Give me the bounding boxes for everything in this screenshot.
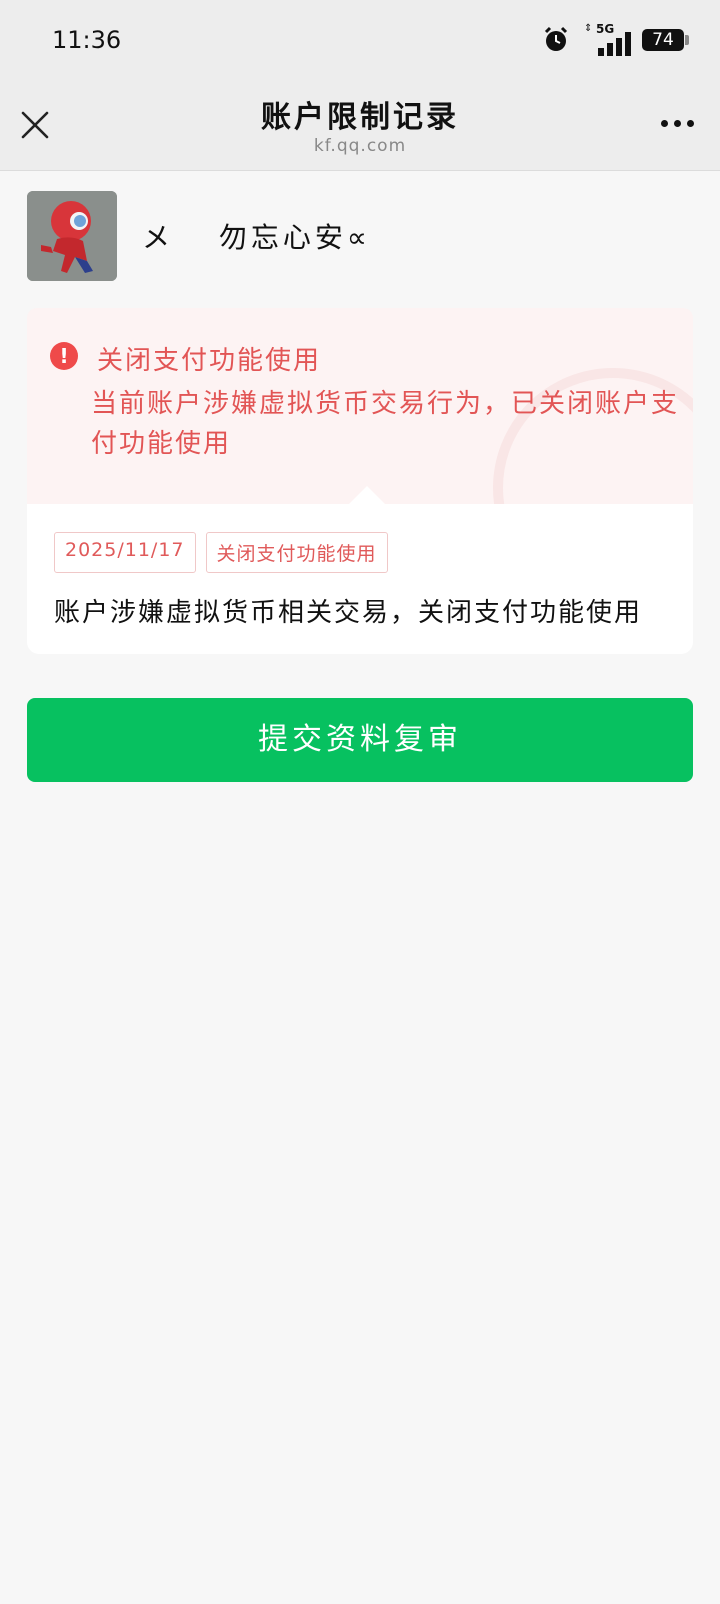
record-detail: 账户涉嫌虚拟货币相关交易，关闭支付功能使用 bbox=[54, 598, 643, 628]
record-tags: 2025/11/17 关闭支付功能使用 bbox=[54, 532, 388, 573]
cellular-signal-icon: ⇕ 5G bbox=[584, 22, 632, 56]
restriction-alert-card: ! 关闭支付功能使用 当前账户涉嫌虚拟货币交易行为，已关闭账户支付功能使用 bbox=[27, 308, 693, 504]
status-time: 11:36 bbox=[52, 26, 122, 54]
alert-title: 关闭支付功能使用 bbox=[97, 346, 322, 376]
page-domain: kf.qq.com bbox=[313, 136, 407, 156]
type-tag: 关闭支付功能使用 bbox=[205, 532, 388, 573]
date-tag: 2025/11/17 bbox=[54, 532, 196, 573]
submit-review-button[interactable]: 提交资料复审 bbox=[27, 698, 693, 782]
more-icon[interactable] bbox=[661, 120, 694, 127]
alarm-icon bbox=[544, 26, 568, 51]
status-bar: 11:36 ⇕ 5G 74 bbox=[0, 0, 720, 84]
alert-description: 当前账户涉嫌虚拟货币交易行为，已关闭账户支付功能使用 bbox=[91, 389, 680, 459]
battery-icon: 74 bbox=[642, 29, 689, 51]
status-icons: ⇕ 5G 74 bbox=[542, 22, 689, 56]
avatar bbox=[27, 191, 117, 281]
card-notch bbox=[349, 486, 385, 504]
avatar-image bbox=[27, 191, 117, 281]
page-title: 账户限制记录 bbox=[261, 100, 459, 135]
username: メ 勿忘心安∝ bbox=[142, 221, 371, 254]
nav-header: 账户限制记录 kf.qq.com bbox=[0, 84, 720, 171]
warning-icon: ! bbox=[50, 342, 78, 370]
restriction-detail-card: 2025/11/17 关闭支付功能使用 账户涉嫌虚拟货币相关交易，关闭支付功能使… bbox=[27, 486, 693, 654]
